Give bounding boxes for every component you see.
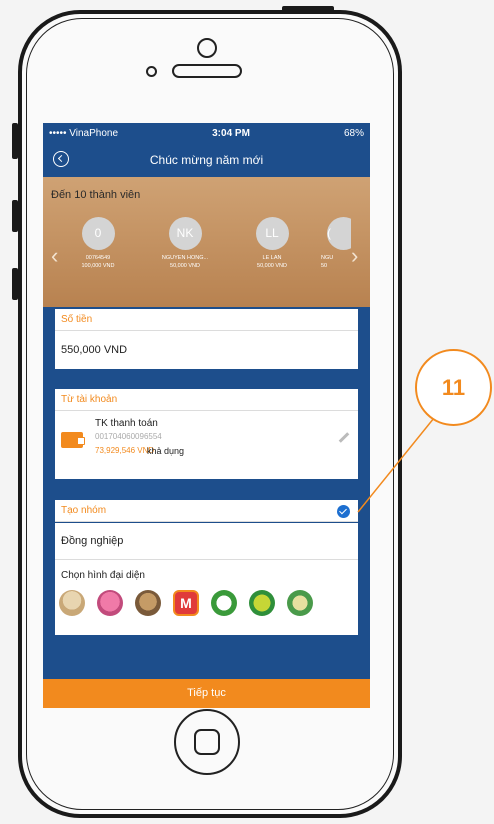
callout-number: 11 <box>441 374 466 400</box>
callout-bubble: 11 <box>415 349 492 426</box>
